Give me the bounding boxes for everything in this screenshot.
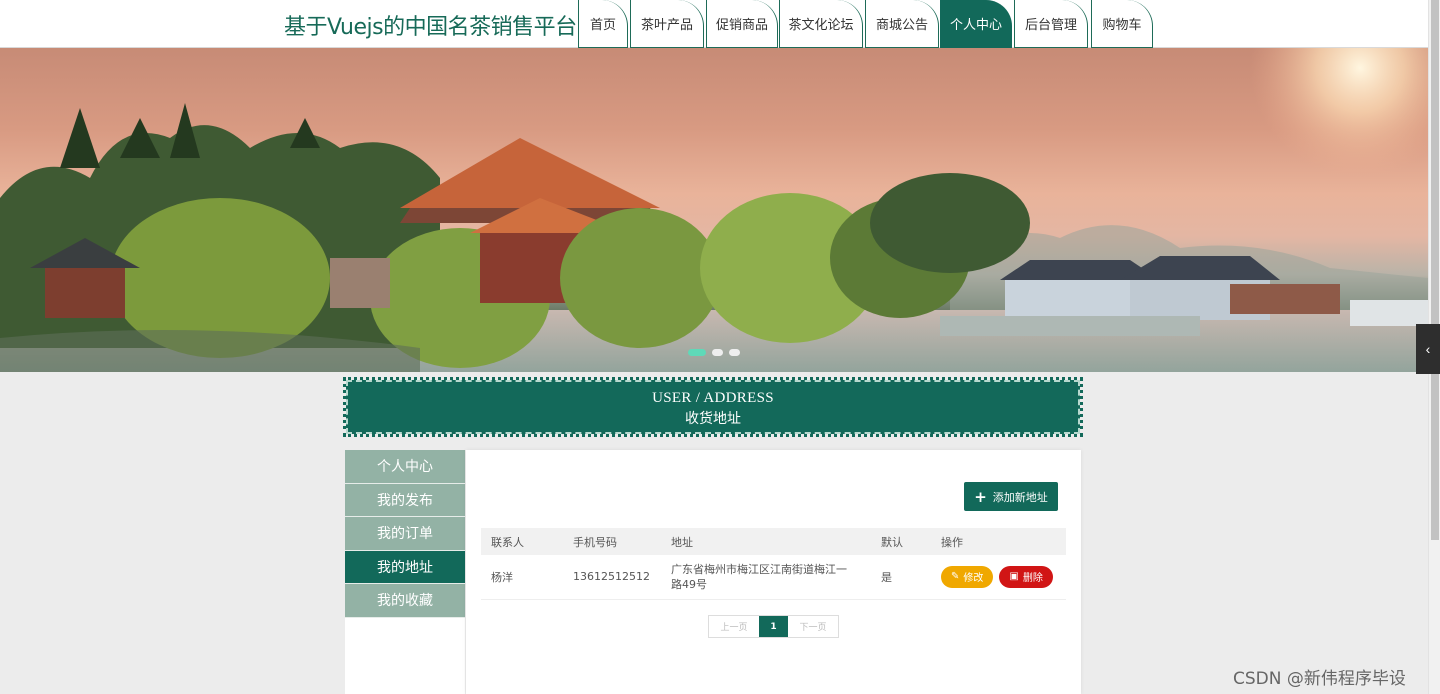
column-header-contact: 联系人 (491, 535, 524, 549)
cell-contact: 杨洋 (491, 570, 513, 584)
site-title: 基于Vuejs的中国名茶销售平台 (284, 15, 577, 40)
section-title-zh: 收货地址 (685, 411, 741, 427)
sidebar-item-personal-center[interactable]: 个人中心 (345, 450, 465, 484)
nav-item-forum[interactable]: 茶文化论坛 (779, 0, 863, 48)
trash-icon: ▣ (1009, 571, 1019, 583)
scrollbar-thumb[interactable] (1431, 0, 1439, 540)
banner-dot-1[interactable] (688, 349, 706, 356)
nav-item-cart[interactable]: 购物车 (1091, 0, 1153, 48)
nav-item-home[interactable]: 首页 (578, 0, 628, 48)
banner-dot-3[interactable] (729, 349, 740, 356)
sidebar-item-my-posts[interactable]: 我的发布 (345, 483, 465, 517)
banner-pagination-dots (688, 349, 740, 356)
nav-item-promotions[interactable]: 促销商品 (706, 0, 778, 48)
table-header-row: 联系人 手机号码 地址 默认 操作 (481, 528, 1066, 555)
pagination: 上一页 1 下一页 (708, 615, 839, 638)
nav-item-announcements[interactable]: 商城公告 (865, 0, 939, 48)
sidebar-item-my-address[interactable]: 我的地址 (345, 550, 465, 584)
pagination-prev-button[interactable]: 上一页 (709, 616, 759, 637)
add-address-label: 添加新地址 (992, 490, 1048, 504)
cell-actions: ✎ 修改 ▣ 删除 (931, 555, 1066, 599)
pencil-icon: ✎ (951, 571, 960, 583)
user-sidebar: 个人中心 我的发布 我的订单 我的地址 我的收藏 (345, 450, 465, 694)
sidebar-item-my-orders[interactable]: 我的订单 (345, 517, 465, 551)
address-panel: + 添加新地址 联系人 手机号码 地址 默认 操作 杨洋 13612512512… (466, 450, 1081, 694)
column-header-actions: 操作 (941, 535, 963, 549)
chevron-left-icon[interactable]: ‹ (1416, 324, 1440, 374)
hero-banner (0, 48, 1428, 372)
sidebar-item-my-favorites[interactable]: 我的收藏 (345, 584, 465, 618)
nav-item-admin[interactable]: 后台管理 (1014, 0, 1088, 48)
delete-button-label: 删除 (1022, 573, 1043, 585)
edit-button-label: 修改 (963, 573, 984, 585)
column-header-address: 地址 (671, 535, 693, 549)
banner-dot-2[interactable] (712, 349, 723, 356)
column-header-phone: 手机号码 (573, 535, 617, 549)
nav-item-tea-products[interactable]: 茶叶产品 (630, 0, 704, 48)
column-header-default: 默认 (881, 535, 903, 549)
banner-landscape-image (0, 48, 1428, 372)
watermark-text: CSDN @新伟程序毕设 (1233, 669, 1406, 689)
section-title-en: USER / ADDRESS (652, 390, 774, 406)
delete-button[interactable]: ▣ 删除 (999, 565, 1053, 588)
section-heading: USER / ADDRESS 收货地址 (343, 377, 1083, 437)
address-table: 联系人 手机号码 地址 默认 操作 杨洋 13612512512 广东省梅州市梅… (481, 528, 1066, 600)
cell-default: 是 (881, 570, 892, 584)
add-address-button[interactable]: + 添加新地址 (964, 482, 1058, 511)
pagination-page-1[interactable]: 1 (759, 616, 788, 637)
table-row: 杨洋 13612512512 广东省梅州市梅江区江南街道梅江一路49号 是 ✎ … (481, 555, 1066, 599)
plus-icon: + (974, 487, 987, 506)
pagination-next-button[interactable]: 下一页 (788, 616, 838, 637)
cell-address: 广东省梅州市梅江区江南街道梅江一路49号 (671, 562, 847, 591)
cell-phone: 13612512512 (573, 570, 650, 584)
header: 基于Vuejs的中国名茶销售平台 首页 茶叶产品 促销商品 茶文化论坛 商城公告… (0, 0, 1428, 48)
nav-item-personal-center[interactable]: 个人中心 (940, 0, 1012, 48)
edit-button[interactable]: ✎ 修改 (941, 565, 994, 588)
